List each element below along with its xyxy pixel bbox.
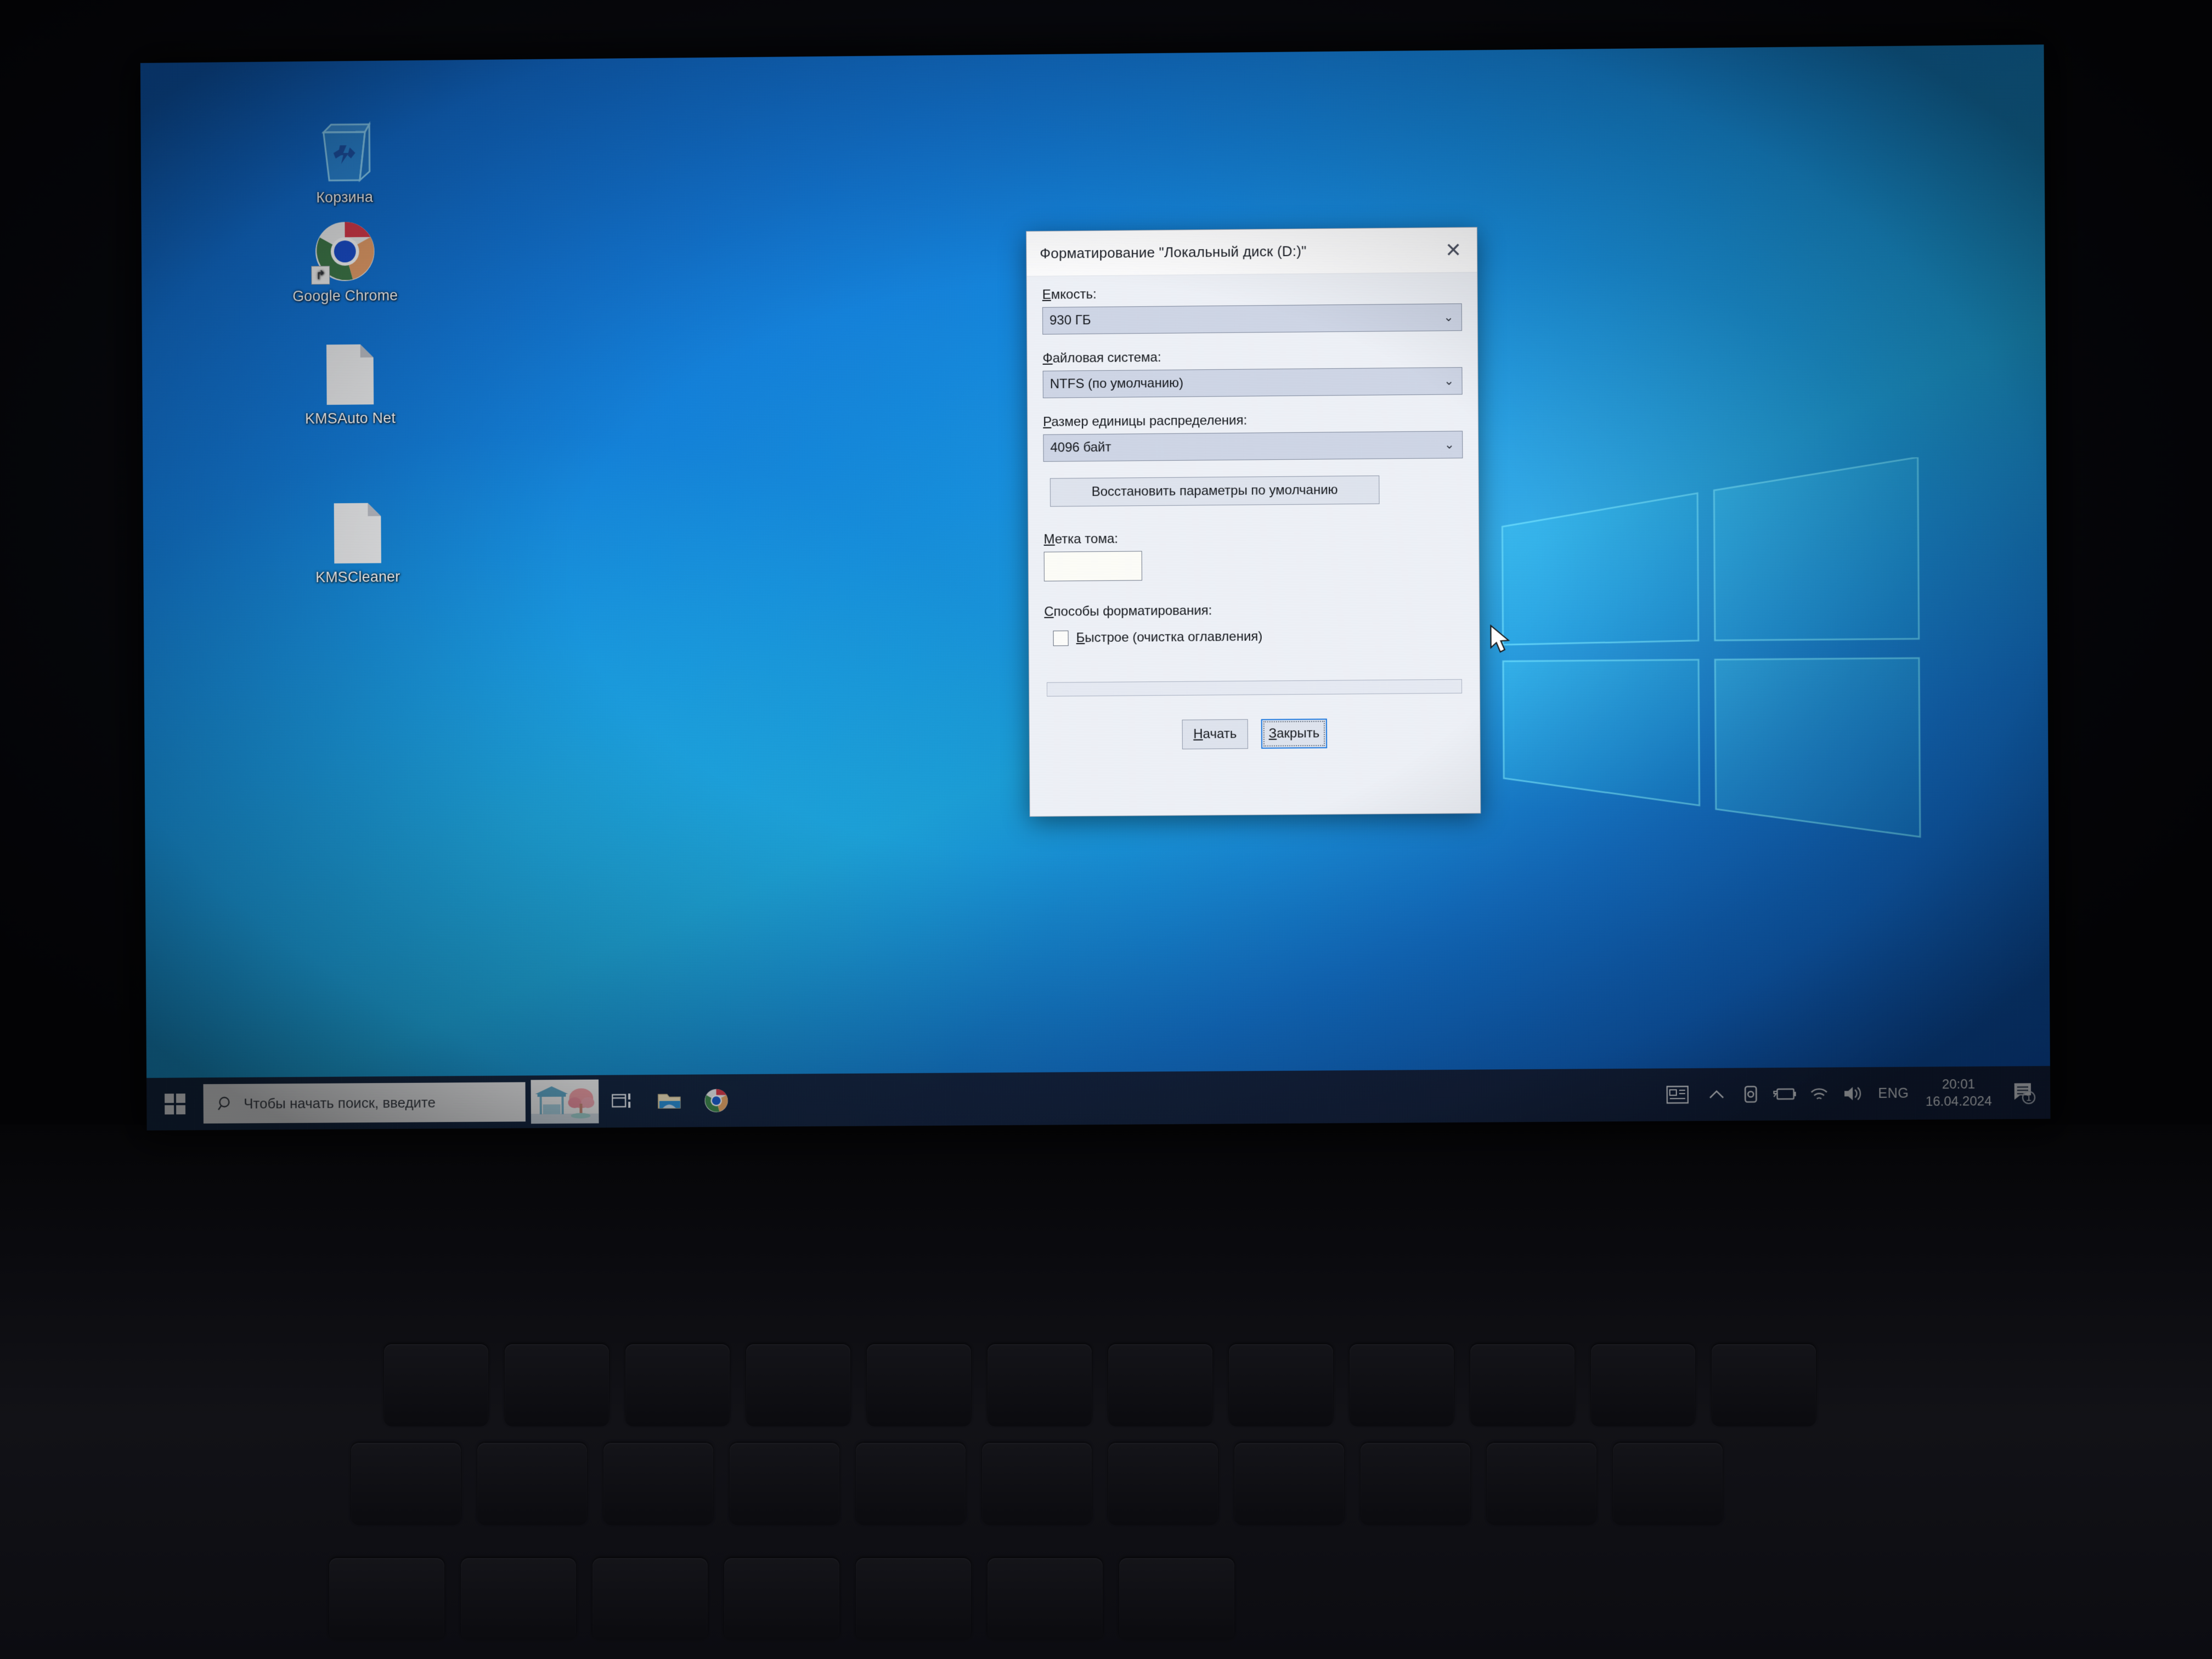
keyboard-key [625, 1344, 730, 1426]
keyboard-key [1108, 1443, 1218, 1525]
keyboard-key [1591, 1344, 1695, 1426]
keyboard-key [1361, 1443, 1470, 1525]
keyboard-key [1613, 1443, 1723, 1525]
keyboard-key [1229, 1344, 1333, 1426]
screen-grain-overlay [140, 44, 2051, 1131]
keyboard-key [1119, 1558, 1234, 1640]
keyboard-key [603, 1443, 713, 1525]
keyboard-key [1470, 1344, 1575, 1426]
laptop-screen: Корзина ↱ Google Chrome KMSAuto Net KMSC… [140, 44, 2051, 1131]
keyboard-key [351, 1443, 461, 1525]
keyboard-key [856, 1558, 971, 1640]
keyboard-key [730, 1443, 839, 1525]
keyboard-key [856, 1443, 966, 1525]
keyboard-key [988, 1344, 1092, 1426]
keyboard-key [1108, 1344, 1212, 1426]
keyboard-key [505, 1344, 609, 1426]
keyboard-key [384, 1344, 488, 1426]
keyboard-key [1350, 1344, 1454, 1426]
keyboard-key [477, 1443, 587, 1525]
keyboard-key [1234, 1443, 1344, 1525]
keyboard-key [1712, 1344, 1816, 1426]
keyboard-key [867, 1344, 971, 1426]
laptop-keyboard-deck [0, 1125, 2212, 1659]
keyboard-key [982, 1443, 1092, 1525]
laptop-photo: Корзина ↱ Google Chrome KMSAuto Net KMSC… [0, 0, 2212, 1659]
keyboard-key [746, 1344, 850, 1426]
keyboard-key [988, 1558, 1103, 1640]
keyboard-key [329, 1558, 444, 1640]
keyboard-key [724, 1558, 839, 1640]
keyboard-key [592, 1558, 708, 1640]
keyboard-key [1487, 1443, 1596, 1525]
keyboard-key [461, 1558, 576, 1640]
